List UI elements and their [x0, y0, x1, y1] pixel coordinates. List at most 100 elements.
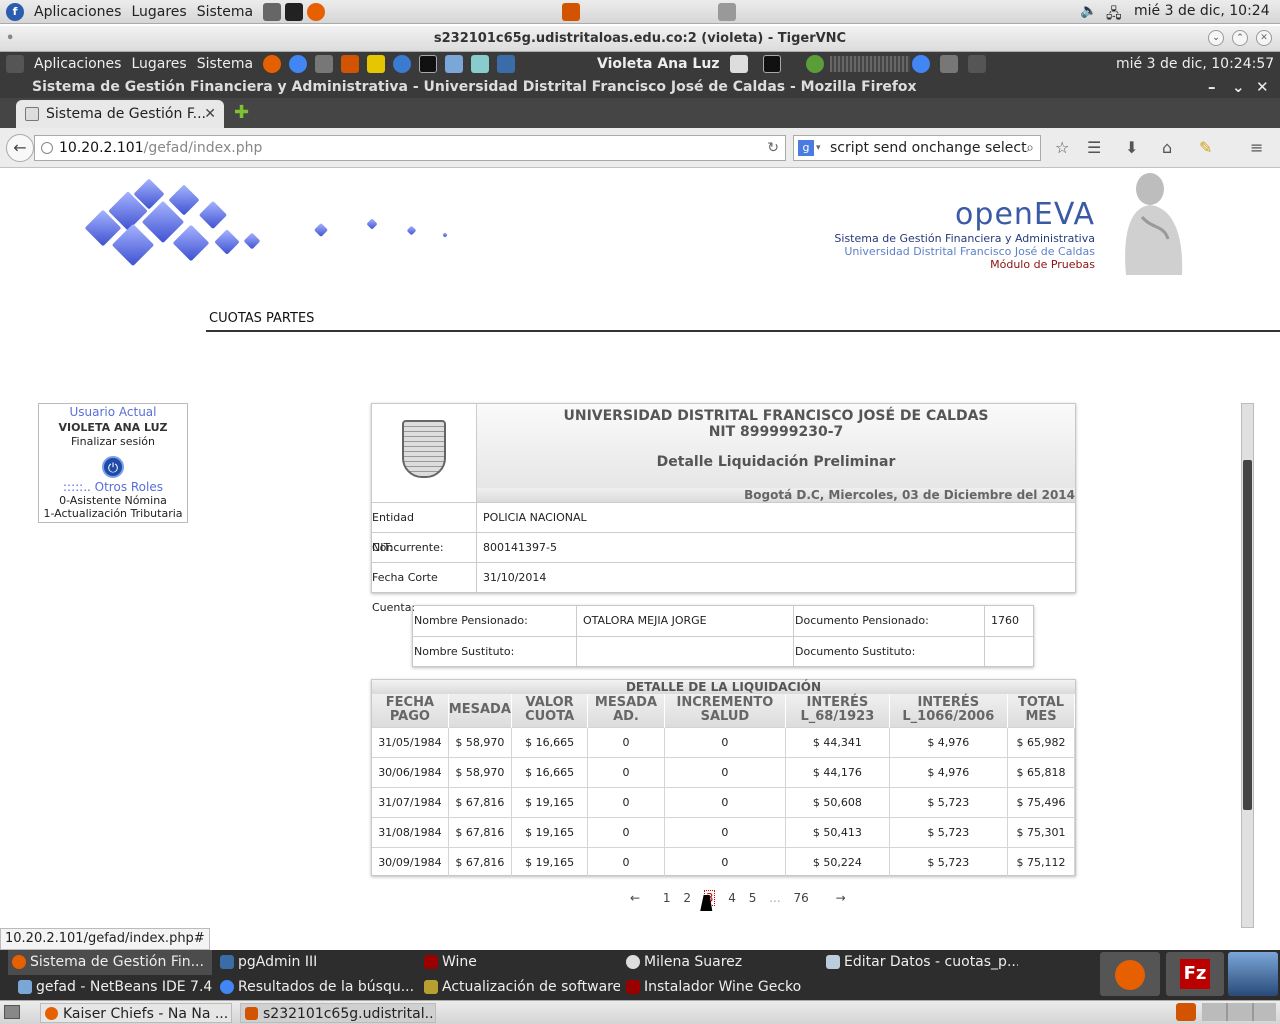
terminal-tray-icon[interactable] [763, 55, 781, 73]
power-icon[interactable]: ⏻ [102, 456, 124, 478]
downloads-icon[interactable]: ⬇ [1125, 138, 1138, 157]
logout-link[interactable]: Finalizar sesión [39, 435, 187, 448]
vnc-icon[interactable] [562, 3, 580, 21]
page-link[interactable]: 4 [728, 891, 736, 905]
role-item[interactable]: 0-Asistente Nómina [39, 494, 187, 507]
menu-sistema[interactable]: Sistema [197, 4, 253, 20]
next-page-link[interactable]: → [836, 891, 846, 905]
menu-aplicaciones[interactable]: Aplicaciones [34, 4, 121, 20]
vnc-tray-icon[interactable] [1176, 1003, 1196, 1021]
editor-launcher-icon[interactable] [471, 55, 490, 73]
tab-gefad[interactable]: Sistema de Gestión F... ✕ [16, 100, 224, 128]
brand-line2: Universidad Distrital Francisco José de … [844, 245, 1095, 258]
url-bar[interactable]: 10.20.2.101/gefad/index.php ↻ [34, 135, 786, 161]
ff-close-icon[interactable]: ✕ [1256, 76, 1269, 98]
back-button[interactable]: ← [6, 134, 34, 162]
menu-lugares[interactable]: Lugares [131, 4, 186, 20]
table-cell: 0 [587, 846, 665, 877]
vnc-launcher-icon[interactable] [341, 55, 360, 73]
reload-icon[interactable]: ↻ [767, 136, 779, 160]
show-desktop-icon[interactable] [4, 1005, 20, 1019]
notes-launcher-icon[interactable] [367, 55, 386, 73]
window-menu-icon[interactable]: • [6, 26, 14, 52]
table-cell: 31/07/1984 [372, 786, 449, 817]
page-link[interactable]: 2 [683, 891, 691, 905]
user-name: VIOLETA ANA LUZ [58, 421, 168, 434]
table-cell: $ 50,608 [785, 786, 890, 817]
google-icon[interactable]: g [798, 140, 814, 156]
lock-icon[interactable] [730, 55, 748, 73]
bookmark-star-icon[interactable]: ☆ [1055, 138, 1069, 157]
prev-page-link[interactable]: ← [630, 891, 640, 905]
taskbar-item[interactable]: pgAdmin III [216, 950, 416, 975]
remote-clock[interactable]: mié 3 de dic, 10:24:57 [1116, 56, 1274, 72]
remote-taskbar: Sistema de Gestión Fin... pgAdmin III Wi… [0, 950, 1280, 1000]
role-item[interactable]: 1-Actualización Tributaria [39, 507, 187, 520]
taskbar-item[interactable]: Wine [420, 950, 620, 975]
terminal-icon[interactable] [285, 2, 304, 21]
chat-icon[interactable] [806, 55, 824, 73]
remote-user[interactable]: Violeta Ana Luz [597, 56, 719, 72]
column-header: INCREMENTO SALUD [664, 694, 787, 727]
remote-menu-lugares[interactable]: Lugares [131, 56, 186, 72]
files-icon[interactable] [263, 2, 282, 21]
menu-icon[interactable]: ≡ [1250, 138, 1263, 157]
screenshot-icon[interactable] [940, 55, 958, 73]
taskbar-item[interactable]: gefad - NetBeans IDE 7.4 [14, 975, 214, 1000]
field-row: Fecha Corte Cuenta: 31/10/2014 [372, 562, 1075, 614]
taskbar-item[interactable]: Editar Datos - cuotas_p... [822, 950, 1018, 975]
table-cell: 31/05/1984 [372, 726, 449, 757]
ff-minimize-icon[interactable]: – [1208, 76, 1216, 98]
new-tab-icon[interactable]: ✚ [234, 102, 249, 123]
page-link[interactable]: 5 [749, 891, 757, 905]
search-icon[interactable]: ⌕ [1026, 136, 1034, 160]
tab-close-icon[interactable]: ✕ [204, 100, 216, 128]
addon-icon[interactable]: ✎ [1199, 138, 1212, 157]
timer-icon[interactable] [718, 3, 736, 21]
ff-maximize-icon[interactable]: ⌄ [1232, 76, 1245, 98]
remote-menu-aplicaciones[interactable]: Aplicaciones [34, 56, 121, 72]
university-crest-image [372, 404, 477, 502]
page-link[interactable]: 1 [663, 891, 671, 905]
terminal-launcher-icon[interactable] [419, 55, 438, 73]
fedora-icon[interactable]: f [6, 2, 24, 21]
computer-icon[interactable] [6, 55, 24, 73]
volume-icon[interactable]: 🔈 [1080, 3, 1097, 19]
search-bar[interactable]: g ▾ script send onchange select ⌕ [793, 135, 1041, 161]
firefox-big-icon[interactable] [1100, 952, 1160, 996]
taskbar-item[interactable]: Sistema de Gestión Fin... [8, 950, 212, 975]
host-clock[interactable]: mié 3 de dic, 10:24 [1134, 3, 1270, 19]
workspace-switcher[interactable] [1202, 1003, 1276, 1021]
close-icon[interactable]: ✕ [1256, 30, 1272, 46]
scrollbar[interactable] [1241, 403, 1254, 928]
search-engine-dropdown-icon[interactable]: ▾ [816, 136, 821, 160]
taskbar-item[interactable]: Resultados de la búsqu... [216, 975, 416, 1000]
minimize-icon[interactable]: ⌄ [1208, 30, 1224, 46]
bookmarks-menu-icon[interactable]: ☰ [1087, 138, 1101, 157]
page-link-last[interactable]: 76 [794, 891, 809, 905]
firefox-icon[interactable] [307, 2, 326, 21]
firefox-launcher-icon[interactable] [263, 55, 282, 73]
remote-menu-sistema[interactable]: Sistema [197, 56, 253, 72]
taskbar-item[interactable]: Instalador Wine Gecko [622, 975, 818, 1000]
site-identity-icon[interactable] [41, 142, 53, 154]
workspace-preview[interactable] [1228, 952, 1278, 996]
speaker-icon[interactable] [968, 55, 986, 73]
chrome-launcher-icon[interactable] [289, 55, 308, 73]
scrollbar-thumb[interactable] [1243, 460, 1252, 810]
netbeans-launcher-icon[interactable] [445, 55, 464, 73]
taskbar-item[interactable]: Milena Suarez [622, 950, 818, 975]
network-icon[interactable]: 🖧 [1106, 3, 1122, 27]
maximize-icon[interactable]: ⌃ [1232, 30, 1248, 46]
host-taskbar-item[interactable]: s232101c65g.udistrital... [240, 1003, 436, 1023]
host-taskbar-item[interactable]: Kaiser Chiefs - Na Na ... [40, 1003, 232, 1023]
home-icon[interactable]: ⌂ [1162, 138, 1172, 157]
chrome-tray-icon[interactable] [912, 55, 930, 73]
filezilla-icon[interactable]: Fz [1166, 952, 1224, 996]
report-subtitle: Detalle Liquidación Preliminar [656, 454, 896, 470]
taskbar-item[interactable]: Actualización de software [420, 975, 620, 1000]
thunderbird-launcher-icon[interactable] [393, 55, 412, 73]
pgadmin-launcher-icon[interactable] [497, 55, 516, 73]
tools-launcher-icon[interactable] [315, 55, 334, 73]
table-cell: 30/09/1984 [372, 846, 449, 877]
